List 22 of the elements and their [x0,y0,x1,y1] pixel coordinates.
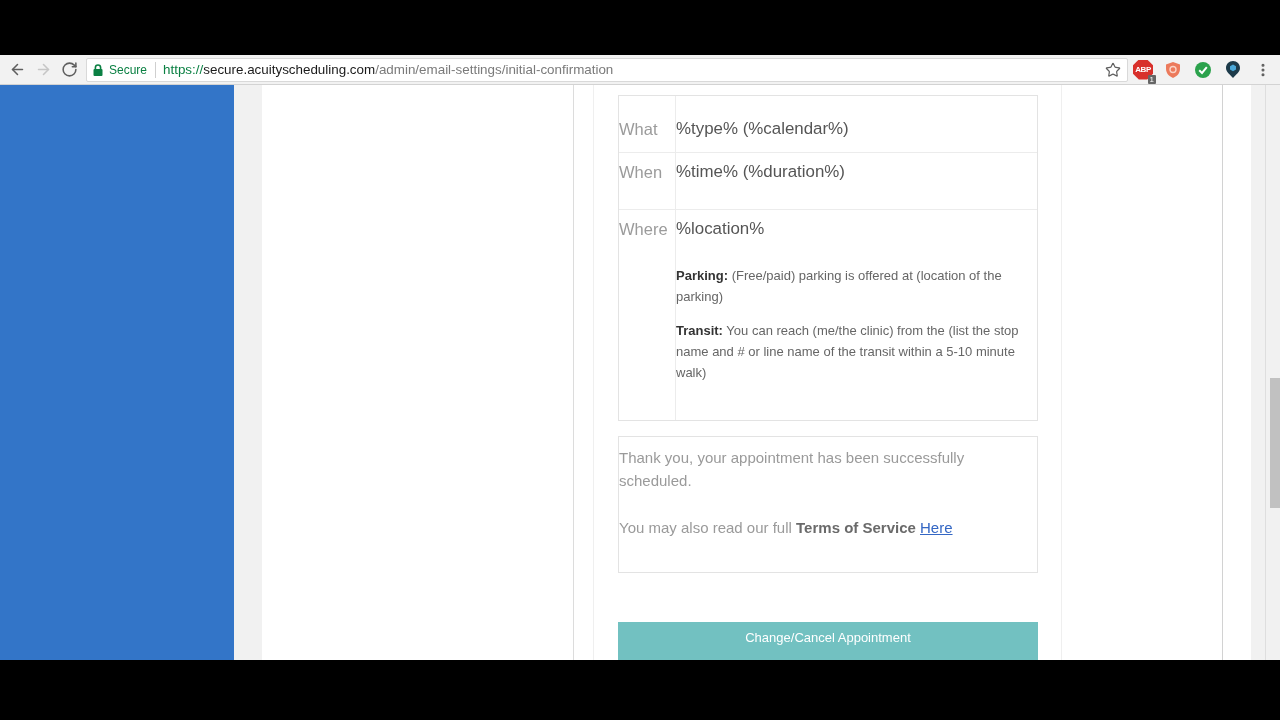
lock-icon [93,63,103,76]
bookmark-star-icon[interactable] [1105,61,1121,78]
detail-value: %location% [676,219,766,239]
detail-value: %time% (%duration%) [676,162,846,182]
here-link[interactable]: Here [920,519,953,536]
check-circle-icon[interactable] [1195,61,1211,78]
scrollbar-thumb[interactable] [1270,378,1280,508]
security-label: Secure [109,62,148,77]
scrollbar-track[interactable] [1266,85,1280,660]
address-bar[interactable]: Secure https://secure.acuityscheduling.com/admin/email-settings/initial-confirmation [86,57,1128,82]
detail-label: When [619,162,664,182]
detail-label: What [619,119,659,139]
reload-icon [60,61,78,78]
detail-label: Where [619,219,669,239]
pin-icon[interactable] [1226,61,1240,78]
count-badge: 1 [1147,74,1156,84]
confirmation-text: Thank you, your appointment has been successfully scheduled. [619,448,966,491]
detail-note: Parking: (Free/paid) parking is offered at (location of the parking) [676,267,1003,306]
detail-value: %type% (%calendar%) [676,119,850,139]
detail-note: Transit: You can reach (me/the clinic) from the (list the stop name and # or line name of the transit within a 5-10 minute walk) [676,322,1020,382]
terms-sentence: You may also read our full Terms of Service Here [619,518,954,538]
url-text: https://secure.acuityscheduling.com/admin/email-settings/initial-confirmation [163,62,614,77]
